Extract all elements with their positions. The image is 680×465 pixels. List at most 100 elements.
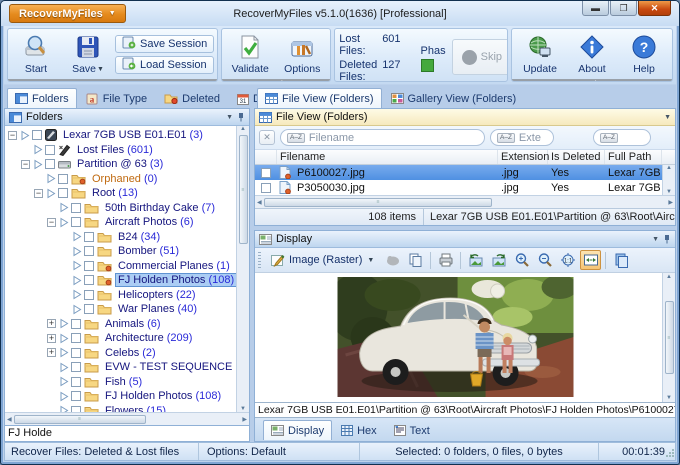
tree-item[interactable]: EVW - TEST SEQUENCE(60	[5, 360, 236, 375]
fit-to-window-icon[interactable]	[580, 250, 602, 270]
scroll-down-icon[interactable]: ▼	[240, 406, 246, 412]
tree-item[interactable]: − Aircraft Photos (6)	[5, 215, 236, 230]
tree-item[interactable]: − Partition @ 63 (3)	[5, 157, 236, 172]
tree-checkbox[interactable]	[58, 188, 68, 199]
toolbar-grip[interactable]	[258, 251, 261, 269]
tree-horizontal-scrollbar[interactable]: ◀ ≡ ▶	[5, 412, 249, 425]
tag-arrow-icon[interactable]	[59, 318, 69, 329]
skip-button[interactable]: Skip	[451, 39, 508, 75]
tree-item[interactable]: Commercial Planes (1)	[5, 259, 236, 274]
tab-hex[interactable]: Hex	[333, 420, 385, 440]
pan-tool-icon[interactable]	[382, 250, 403, 270]
minimize-button[interactable]: ▬	[582, 1, 609, 16]
pin-icon[interactable]	[663, 234, 671, 244]
tag-arrow-icon[interactable]	[59, 362, 69, 373]
row-checkbox[interactable]	[261, 182, 271, 193]
tag-arrow-icon[interactable]	[59, 202, 69, 213]
row-checkbox[interactable]	[261, 167, 271, 178]
load-session-button[interactable]: Load Session	[115, 55, 215, 74]
tag-arrow-icon[interactable]	[72, 304, 82, 315]
zoom-in-icon[interactable]	[511, 250, 532, 270]
panel-menu-icon[interactable]: ▼	[226, 114, 233, 121]
tag-arrow-icon[interactable]	[59, 333, 69, 344]
actual-size-icon[interactable]: 1:1	[557, 250, 578, 270]
tag-arrow-icon[interactable]	[72, 289, 82, 300]
table-row[interactable]: P6100027.jpg .jpg Yes Lexar 7GB	[255, 165, 675, 180]
tree-checkbox[interactable]	[84, 304, 94, 315]
scroll-right-icon[interactable]: ▶	[242, 416, 247, 423]
column-checkbox[interactable]	[255, 150, 277, 164]
tag-arrow-icon[interactable]	[20, 130, 30, 141]
table-horizontal-scrollbar[interactable]: ◀ ≡ ▶	[255, 195, 675, 208]
chevron-down-icon[interactable]: ▼	[97, 66, 104, 73]
tab-file-view[interactable]: File View (Folders)	[257, 88, 382, 108]
tree-item[interactable]: FJ Holden Photos (108)	[5, 273, 236, 288]
panel-menu-icon[interactable]: ▼	[664, 114, 671, 121]
tree-checkbox[interactable]	[71, 391, 81, 402]
column-filename[interactable]: Filename	[277, 150, 498, 164]
tree-checkbox[interactable]	[71, 347, 81, 358]
tree-item[interactable]: Bomber (51)	[5, 244, 236, 259]
tree-expander-icon[interactable]: −	[21, 159, 30, 169]
tree-item[interactable]: Flowers (15)	[5, 404, 236, 412]
tree-item[interactable]: War Planes (40)	[5, 302, 236, 317]
clear-filters-button[interactable]: ✕	[259, 130, 275, 145]
tree-expander-icon[interactable]: −	[8, 130, 17, 140]
tree-expander-icon[interactable]: −	[47, 217, 56, 227]
tab-deleted[interactable]: Deleted	[156, 88, 228, 108]
tree-item[interactable]: − Lexar 7GB USB E01.E01 (3)	[5, 128, 236, 143]
tree-checkbox[interactable]	[45, 144, 55, 155]
tag-arrow-icon[interactable]	[46, 188, 56, 199]
tag-arrow-icon[interactable]	[59, 405, 69, 412]
panel-menu-icon[interactable]: ▼	[652, 236, 659, 243]
tree-checkbox[interactable]	[45, 159, 55, 170]
resize-grip[interactable]	[666, 448, 674, 457]
tree-expander-icon[interactable]: +	[47, 348, 56, 358]
scroll-down-icon[interactable]: ▼	[666, 395, 672, 401]
tree-checkbox[interactable]	[71, 405, 81, 412]
tree-item[interactable]: − Root (13)	[5, 186, 236, 201]
tree-checkbox[interactable]	[71, 362, 81, 373]
column-is-deleted[interactable]: Is Deleted	[548, 150, 605, 164]
tree-item[interactable]: Fish (5)	[5, 375, 236, 390]
tree-checkbox[interactable]	[71, 333, 81, 344]
tree-expander-icon[interactable]: −	[34, 188, 43, 198]
rotate-right-icon[interactable]	[488, 250, 509, 270]
tag-arrow-icon[interactable]	[72, 260, 82, 271]
tab-folders[interactable]: Folders	[7, 88, 77, 108]
table-vertical-scrollbar[interactable]: ▲ ▼	[662, 165, 675, 195]
tree-item[interactable]: 50th Birthday Cake (7)	[5, 201, 236, 216]
save-button[interactable]: Save ▼	[63, 31, 113, 77]
maximize-button[interactable]: ❐	[610, 1, 637, 16]
tag-arrow-icon[interactable]	[59, 376, 69, 387]
full-path-filter-input[interactable]: A–Z	[593, 129, 651, 146]
tree-checkbox[interactable]	[84, 260, 94, 271]
save-session-button[interactable]: Save Session	[115, 34, 215, 53]
tag-arrow-icon[interactable]	[33, 159, 43, 170]
tab-display[interactable]: Display	[263, 420, 333, 440]
tree-item[interactable]: B24 (34)	[5, 230, 236, 245]
tag-arrow-icon[interactable]	[33, 144, 43, 155]
scroll-left-icon[interactable]: ◀	[7, 416, 12, 423]
about-button[interactable]: About	[567, 31, 617, 77]
tree-item[interactable]: Orphaned (0)	[5, 172, 236, 187]
tree-item[interactable]: Lost Files (601)	[5, 143, 236, 158]
table-row[interactable]: P3050030.jpg .jpg Yes Lexar 7GB	[255, 180, 675, 195]
zoom-out-icon[interactable]	[534, 250, 555, 270]
extension-filter-input[interactable]: A–Z Exte	[490, 129, 554, 146]
scroll-up-icon[interactable]: ▲	[666, 165, 672, 171]
tab-gallery-view[interactable]: Gallery View (Folders)	[383, 88, 525, 108]
scroll-right-icon[interactable]: ▶	[668, 199, 673, 206]
tag-arrow-icon[interactable]	[59, 391, 69, 402]
help-button[interactable]: ? Help	[619, 31, 669, 77]
scroll-down-icon[interactable]: ▼	[666, 189, 672, 195]
tree-checkbox[interactable]	[71, 217, 81, 228]
image-vertical-scrollbar[interactable]: ▲ ≡ ▼	[662, 273, 675, 402]
tab-file-type[interactable]: a File Type	[78, 88, 155, 108]
scroll-up-icon[interactable]: ▲	[240, 126, 246, 132]
tree-vertical-scrollbar[interactable]: ▲ ≡ ▼	[236, 126, 249, 412]
tree-checkbox[interactable]	[58, 173, 68, 184]
tree-checkbox[interactable]	[84, 246, 94, 257]
options-button[interactable]: Options	[277, 31, 327, 77]
scroll-up-icon[interactable]: ▲	[666, 274, 672, 280]
